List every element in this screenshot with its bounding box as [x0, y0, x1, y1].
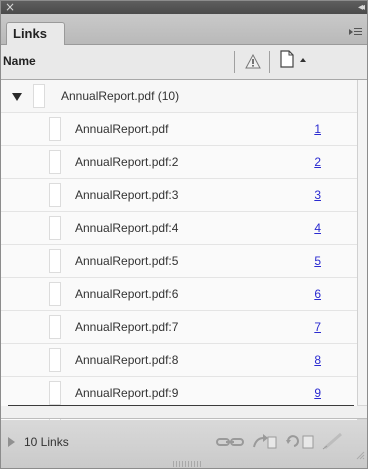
- links-list: AnnualReport.pdf (10) AnnualReport.pdf 1 A…: [1, 80, 357, 443]
- link-thumbnail: [33, 84, 45, 108]
- link-thumbnail: [49, 315, 61, 339]
- column-name-header[interactable]: Name: [3, 54, 36, 68]
- update-link-icon[interactable]: [285, 432, 315, 450]
- disclosure-triangle-icon[interactable]: [12, 93, 22, 101]
- links-count: 10 Links: [24, 435, 69, 449]
- page-number-link[interactable]: 2: [291, 155, 321, 169]
- list-item[interactable]: AnnualReport.pdf:6 6: [1, 278, 357, 311]
- page-number-link[interactable]: 5: [291, 254, 321, 268]
- links-panel: × ◂◂ Links Name AnnualReport.pdf (10) An…: [0, 0, 368, 469]
- sort-ascending-icon[interactable]: [300, 58, 306, 62]
- link-thumbnail: [49, 381, 61, 405]
- page-number-link[interactable]: 4: [291, 221, 321, 235]
- list-item[interactable]: AnnualReport.pdf 1: [1, 113, 357, 146]
- list-item-label: AnnualReport.pdf:5: [75, 254, 179, 268]
- link-thumbnail: [49, 348, 61, 372]
- list-item-label: AnnualReport.pdf:3: [75, 188, 179, 202]
- expand-info-icon[interactable]: [8, 437, 15, 447]
- column-header: Name: [1, 45, 367, 80]
- vertical-scrollbar[interactable]: [357, 80, 367, 405]
- tab-strip: Links: [1, 14, 367, 45]
- page-number-link[interactable]: 7: [291, 320, 321, 334]
- page-number-link[interactable]: 8: [291, 353, 321, 367]
- link-thumbnail: [49, 117, 61, 141]
- close-icon[interactable]: ×: [5, 1, 15, 14]
- list-item[interactable]: AnnualReport.pdf:5 5: [1, 245, 357, 278]
- resize-grip-icon[interactable]: [355, 450, 365, 460]
- panel-resize-handle[interactable]: [173, 461, 203, 467]
- list-item-label: AnnualReport.pdf: [75, 122, 169, 136]
- list-item[interactable]: AnnualReport.pdf:2 2: [1, 146, 357, 179]
- list-item-parent[interactable]: AnnualReport.pdf (10): [1, 80, 357, 113]
- page-number-link[interactable]: 1: [291, 122, 321, 136]
- list-item[interactable]: AnnualReport.pdf:4 4: [1, 212, 357, 245]
- list-item-label: AnnualReport.pdf:6: [75, 287, 179, 301]
- link-thumbnail: [49, 249, 61, 273]
- page-column-icon[interactable]: [280, 50, 294, 68]
- status-warning-icon[interactable]: [245, 54, 261, 70]
- column-divider[interactable]: [269, 51, 270, 73]
- link-thumbnail: [49, 216, 61, 240]
- relink-icon[interactable]: [216, 432, 246, 450]
- link-thumbnail: [49, 183, 61, 207]
- list-item-label: AnnualReport.pdf:8: [75, 353, 179, 367]
- panel-title-bar[interactable]: × ◂◂: [1, 1, 367, 14]
- list-item[interactable]: AnnualReport.pdf:3 3: [1, 179, 357, 212]
- tab-links[interactable]: Links: [6, 22, 65, 45]
- list-item[interactable]: AnnualReport.pdf:8 8: [1, 344, 357, 377]
- go-to-link-icon[interactable]: [253, 432, 277, 450]
- horizontal-scrollbar[interactable]: [1, 406, 367, 419]
- link-thumbnail: [49, 282, 61, 306]
- page-number-link[interactable]: 3: [291, 188, 321, 202]
- list-item-label: AnnualReport.pdf:4: [75, 221, 179, 235]
- list-item[interactable]: AnnualReport.pdf:7 7: [1, 311, 357, 344]
- page-number-link[interactable]: 6: [291, 287, 321, 301]
- collapse-panel-icon[interactable]: ◂◂: [358, 1, 365, 14]
- list-item-label: AnnualReport.pdf:7: [75, 320, 179, 334]
- list-item-label: AnnualReport.pdf (10): [61, 89, 180, 103]
- column-divider[interactable]: [234, 51, 235, 73]
- list-item-label: AnnualReport.pdf:9: [75, 386, 179, 400]
- panel-menu-icon[interactable]: [349, 27, 363, 37]
- list-item-label: AnnualReport.pdf:2: [75, 155, 179, 169]
- page-number-link[interactable]: 9: [291, 386, 321, 400]
- edit-original-icon[interactable]: [321, 432, 347, 450]
- link-thumbnail: [49, 150, 61, 174]
